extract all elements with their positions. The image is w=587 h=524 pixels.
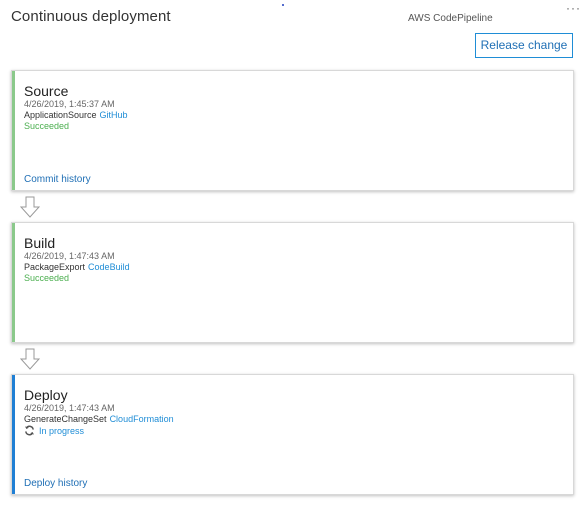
more-options-icon[interactable]: ··· [566, 2, 581, 14]
stage-name: Deploy [24, 387, 68, 403]
arrow-down-icon [20, 196, 40, 218]
action-provider-link[interactable]: GitHub [100, 110, 128, 120]
stage-status: Succeeded [24, 273, 69, 283]
refresh-icon [25, 425, 34, 436]
stage-name: Source [24, 83, 69, 99]
action-name: GenerateChangeSet [24, 414, 107, 424]
provider-label: AWS CodePipeline [408, 13, 493, 24]
stage-status-bar [12, 375, 15, 494]
status-label: Succeeded [24, 273, 70, 283]
stage-timestamp: 4/26/2019, 1:47:43 AM [24, 403, 115, 413]
arrow-down-icon [20, 348, 40, 370]
action-name: ApplicationSource [24, 110, 97, 120]
action-provider-link[interactable]: CloudFormation [110, 414, 174, 424]
deploy-history-link[interactable]: Deploy history [24, 478, 87, 489]
status-label: In progress [39, 426, 85, 436]
release-change-button[interactable]: Release change [475, 33, 573, 58]
stage-timestamp: 4/26/2019, 1:45:37 AM [24, 99, 115, 109]
stage-source: Source 4/26/2019, 1:45:37 AM Application… [11, 70, 574, 191]
decorative-dot [282, 4, 284, 6]
stage-status-bar [12, 71, 15, 190]
page-title: Continuous deployment [11, 8, 171, 25]
stage-build: Build 4/26/2019, 1:47:43 AM PackageExpor… [11, 222, 574, 343]
stage-action: GenerateChangeSet CloudFormation [24, 414, 174, 424]
stage-action: PackageExport CodeBuild [24, 262, 130, 272]
stage-deploy: Deploy 4/26/2019, 1:47:43 AM GenerateCha… [11, 374, 574, 495]
status-label: Succeeded [24, 121, 70, 131]
stage-name: Build [24, 235, 56, 251]
stage-timestamp: 4/26/2019, 1:47:43 AM [24, 251, 115, 261]
commit-history-link[interactable]: Commit history [24, 174, 91, 185]
action-provider-link[interactable]: CodeBuild [88, 262, 130, 272]
stage-status-bar [12, 223, 15, 342]
action-name: PackageExport [24, 262, 86, 272]
stage-status: In progress [24, 425, 84, 436]
stage-status: Succeeded [24, 121, 69, 131]
stage-action: ApplicationSource GitHub [24, 110, 128, 120]
